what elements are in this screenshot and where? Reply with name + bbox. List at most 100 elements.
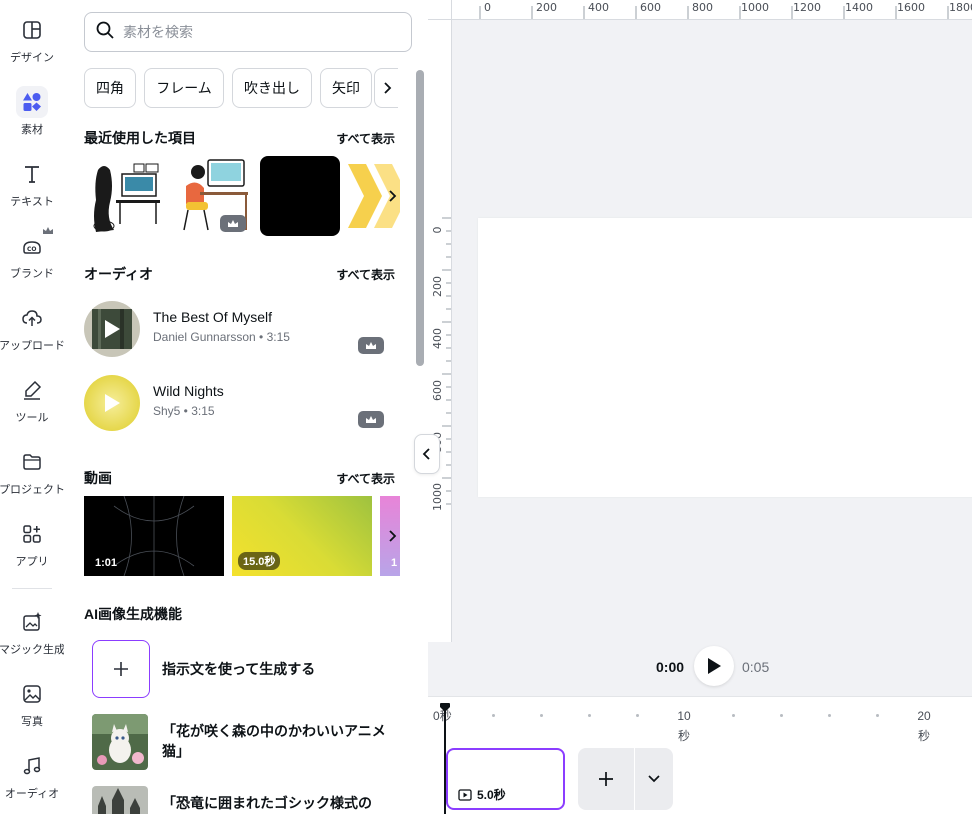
rail-item-elements[interactable]: 素材 (0, 82, 64, 146)
add-page-button[interactable] (578, 748, 634, 810)
chips-next-button[interactable] (374, 68, 398, 108)
timeline-clip[interactable]: 5.0秒 (446, 748, 565, 810)
timeline: 0秒 10秒 20秒 5.0秒 (428, 696, 972, 814)
search-box[interactable] (84, 12, 412, 52)
ruler-tick-label: 1000 (431, 483, 444, 511)
chip-arrows[interactable]: 矢印 (320, 68, 372, 108)
rail-label: プロジェクト (0, 484, 65, 496)
timeline-dot (636, 714, 639, 717)
chip-squares[interactable]: 四角 (84, 68, 136, 108)
search-input[interactable] (123, 24, 393, 40)
rail-item-apps[interactable]: アプリ (0, 514, 64, 578)
crown-icon (43, 227, 53, 234)
recent-thumb-illustration-1[interactable] (84, 156, 164, 236)
chevron-down-icon (648, 775, 660, 783)
premium-badge (358, 411, 384, 428)
ai-prompt-text: 「恐竜に囲まれたゴシック様式の (162, 795, 372, 811)
ruler-tick-label: 400 (431, 328, 444, 349)
rail-item-photos[interactable]: 写真 (0, 674, 64, 738)
play-icon[interactable] (84, 301, 140, 357)
rail-item-brand[interactable]: CO ブランド (0, 226, 64, 290)
rail-item-projects[interactable]: プロジェクト (0, 442, 65, 506)
clip-duration: 5.0秒 (458, 786, 506, 803)
rail-label: 素材 (21, 124, 43, 136)
ruler-tick-label: 800 (692, 1, 713, 14)
play-button[interactable] (694, 646, 734, 686)
playback-bar: 0:00 0:05 (428, 642, 972, 696)
ai-create-label: 指示文を使って生成する (162, 661, 316, 677)
crown-icon (228, 219, 238, 227)
ruler-tick-label: 600 (640, 1, 661, 14)
premium-badge (358, 337, 384, 354)
play-icon[interactable] (84, 375, 140, 431)
svg-text:CO: CO (27, 246, 37, 253)
recent-thumb-illustration-2[interactable] (170, 156, 250, 236)
chevron-right-icon (389, 190, 397, 202)
ruler-tick-label: 1400 (845, 1, 873, 14)
panel-scrollbar[interactable] (416, 70, 424, 366)
video-clip-icon (458, 788, 472, 801)
playhead[interactable] (444, 707, 446, 814)
recent-title: 最近使用した項目 (84, 130, 196, 146)
rail-item-text[interactable]: テキスト (0, 154, 64, 218)
ai-title: AI画像生成機能 (84, 606, 182, 622)
design-page[interactable] (478, 218, 972, 497)
audio-track[interactable]: Wild Nights Shy5 • 3:15 (84, 371, 394, 435)
chevron-right-icon (383, 82, 391, 94)
ai-prompt-item[interactable]: 「恐竜に囲まれたゴシック様式の (92, 786, 392, 814)
ruler-vertical: 0 200 400 600 800 1000 (428, 20, 452, 642)
rail-item-magic-media[interactable]: マジック生成 (0, 602, 65, 666)
premium-badge (220, 215, 246, 232)
ruler-tick-label: 1800 (949, 1, 972, 14)
videos-next-button[interactable] (384, 520, 400, 552)
ai-create-button[interactable]: 指示文を使って生成する (92, 640, 392, 698)
recent-next-button[interactable] (384, 180, 400, 212)
audio-track-title: The Best Of Myself (153, 309, 273, 325)
timeline-dot (492, 714, 495, 717)
crown-icon (366, 415, 376, 423)
audio-show-all[interactable]: すべて表示 (336, 266, 395, 283)
collapse-panel-button[interactable] (414, 434, 440, 474)
chip-frames[interactable]: フレーム (144, 68, 224, 108)
ruler-tick-label: 0 (431, 226, 444, 234)
timeline-mark: 20 秒 (917, 709, 931, 743)
playhead-handle-icon[interactable] (439, 703, 451, 713)
timeline-dot (828, 714, 831, 717)
rail-item-design[interactable]: デザイン (0, 10, 64, 74)
ruler-tick-label: 1600 (897, 1, 925, 14)
search-icon (95, 20, 115, 45)
ruler-horizontal: 0 200 400 600 800 1000 1200 1400 1600 18… (428, 0, 972, 20)
total-time: 0:05 (742, 659, 770, 675)
recent-thumb-black-square[interactable] (260, 156, 340, 236)
rail-label: ツール (15, 412, 49, 424)
ai-prompt-image (92, 786, 148, 814)
video-thumb[interactable]: 1:01 (84, 496, 224, 576)
video-duration: 1:01 (95, 557, 118, 569)
timeline-mark: 10 秒 (677, 709, 691, 743)
rail-label: テキスト (10, 196, 54, 208)
ruler-corner (428, 0, 452, 20)
video-thumb[interactable]: 15.0秒 (232, 496, 372, 576)
ruler-tick-label: 1200 (793, 1, 821, 14)
chip-speech-bubbles[interactable]: 吹き出し (232, 68, 312, 108)
shapes-icon (16, 86, 48, 118)
video-duration: 1 (391, 557, 398, 569)
add-page-options-button[interactable] (635, 748, 673, 810)
audio-track[interactable]: The Best Of Myself Daniel Gunnarsson • 3… (84, 297, 394, 361)
rail-divider (12, 588, 52, 589)
canvas-area: 0 200 400 600 800 1000 1200 1400 1600 18… (428, 0, 972, 696)
videos-show-all[interactable]: すべて表示 (336, 470, 395, 487)
timeline-dot (588, 714, 591, 717)
ruler-tick-label: 400 (588, 1, 609, 14)
rail-label: アプリ (15, 556, 49, 568)
ai-prompt-item[interactable]: 「花が咲く森の中のかわいいアニメ猫」 (92, 714, 392, 770)
rail-item-tools[interactable]: ツール (0, 370, 64, 434)
rail-item-audio[interactable]: オーディオ (0, 746, 64, 810)
magic-image-icon (16, 606, 48, 638)
recent-show-all[interactable]: すべて表示 (336, 130, 395, 147)
current-time: 0:00 (656, 659, 685, 675)
apps-icon (16, 518, 48, 550)
rail-item-uploads[interactable]: アップロード (0, 298, 65, 362)
rail-label: 写真 (21, 716, 43, 728)
rail-label: マジック生成 (0, 644, 65, 656)
